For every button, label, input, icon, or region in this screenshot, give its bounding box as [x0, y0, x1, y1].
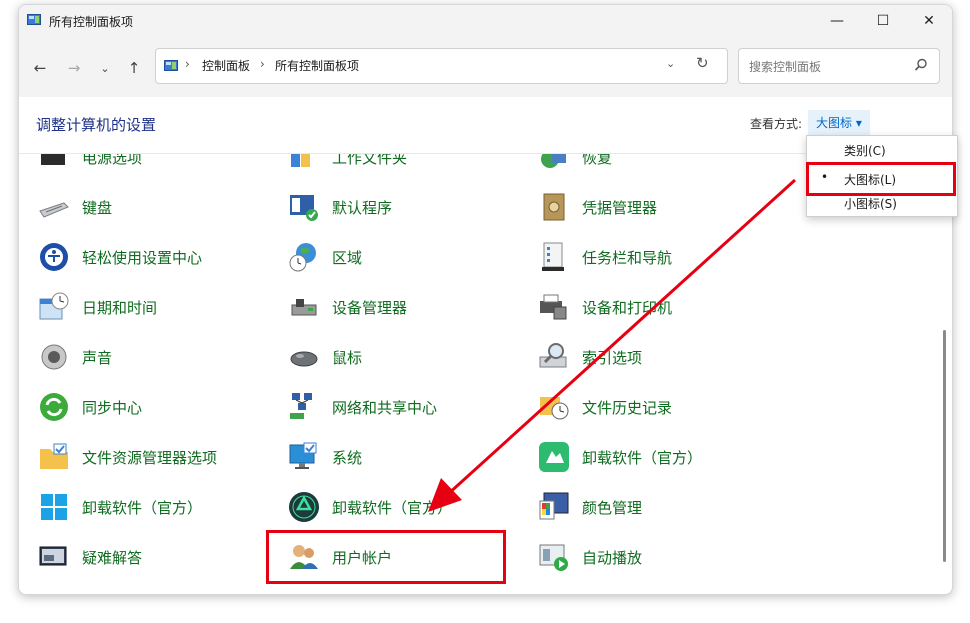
annotation-arrow: [428, 178, 797, 512]
